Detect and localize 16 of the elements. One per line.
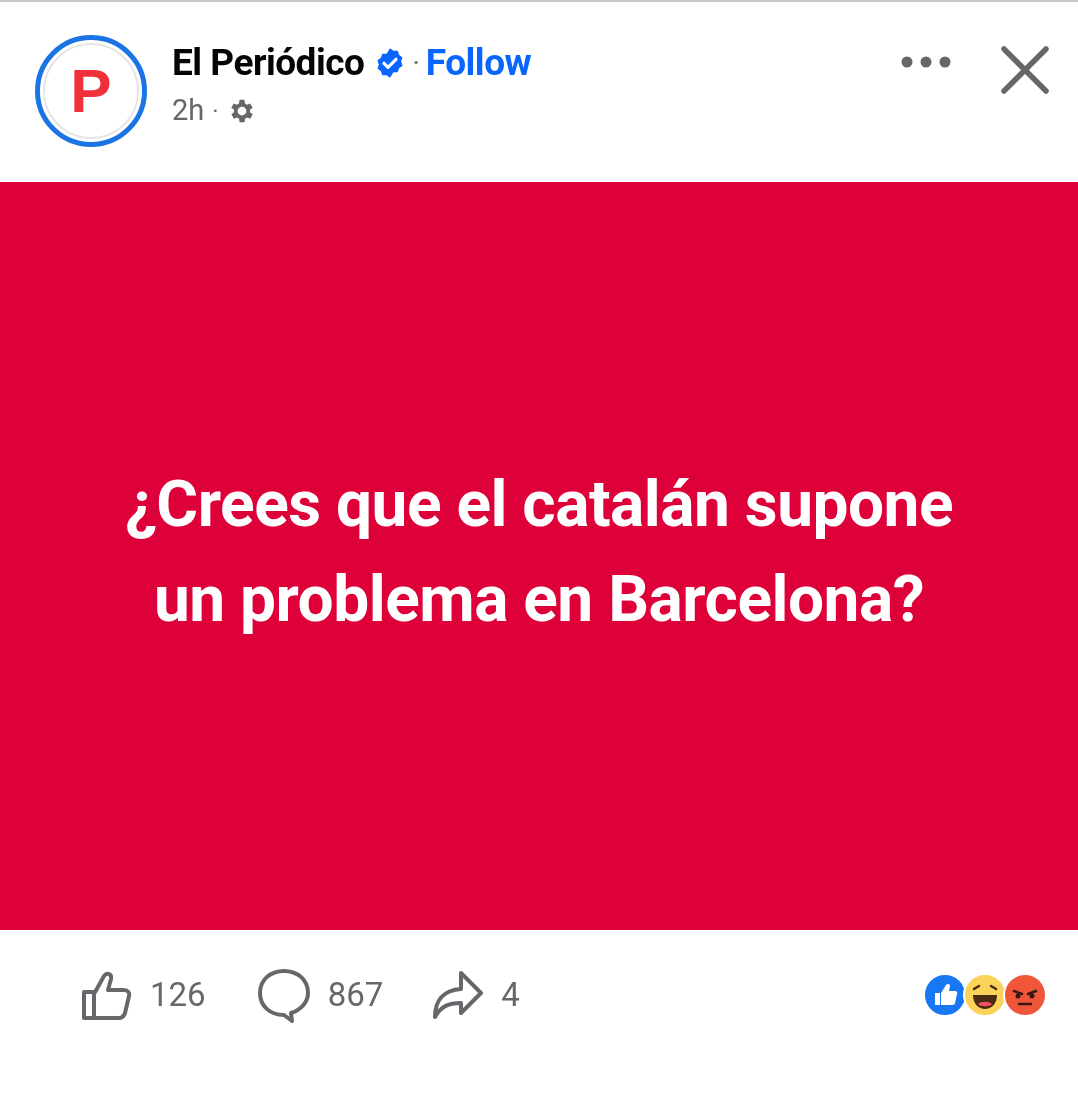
share-button[interactable]: 4 (429, 967, 520, 1023)
logo-letter: P (70, 60, 112, 122)
post-question: ¿Crees que el catalán supone un problema en Barcelona? (123, 466, 955, 639)
separator: · (412, 45, 420, 81)
page-name[interactable]: El Periódico (172, 35, 365, 91)
separator: · (212, 96, 219, 127)
angry-face-icon (1002, 972, 1048, 1018)
post-image-card[interactable]: ¿Crees que el catalán supone un problema en Barcelona? (0, 182, 1078, 930)
comment-icon (255, 967, 312, 1023)
page-avatar[interactable]: P (35, 35, 147, 147)
more-options-icon[interactable] (900, 55, 952, 69)
close-icon[interactable] (1000, 45, 1050, 95)
comment-button[interactable]: 867 (255, 967, 384, 1023)
like-button[interactable]: 126 (80, 968, 206, 1022)
follow-button[interactable]: Follow (425, 35, 532, 91)
post-time: 2h (172, 92, 205, 130)
